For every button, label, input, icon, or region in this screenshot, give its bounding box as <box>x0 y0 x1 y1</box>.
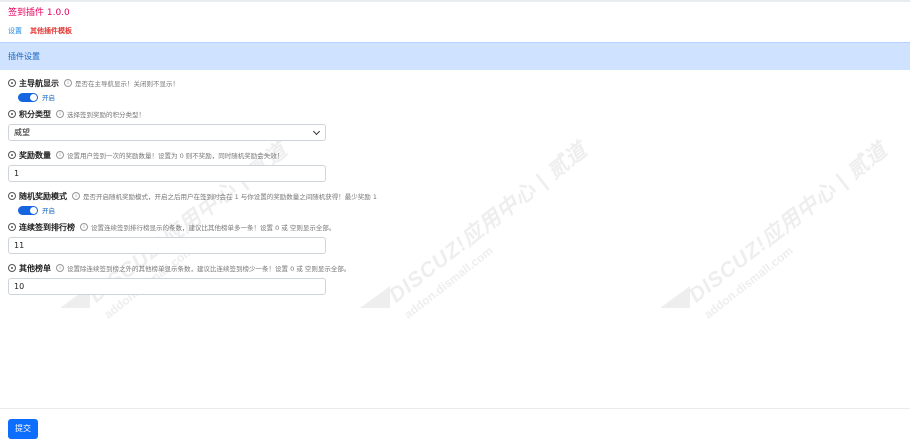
field-other-leaderboards: 其他榜单 i 设置除连续签到榜之外的其他榜单显示条数，建议比连续签到榜少一条！设… <box>8 262 908 295</box>
toggle-state-label: 开启 <box>42 207 55 215</box>
info-icon: i <box>56 264 64 272</box>
field-hint: 选择签到奖励的积分类型！ <box>67 111 145 119</box>
chevron-down-icon <box>312 127 321 136</box>
info-icon: i <box>56 151 64 159</box>
gear-icon <box>8 192 16 200</box>
credit-type-select[interactable]: 威望 <box>8 124 326 141</box>
toggle-state-label: 开启 <box>42 94 55 102</box>
field-random-reward-mode: 随机奖励模式 i 是否开启随机奖励模式，开启之后用户在签到时会在 1 与你设置的… <box>8 190 908 215</box>
streak-leaderboard-input[interactable]: 11 <box>8 237 326 254</box>
field-hint: 是否在主导航显示！关闭则不显示！ <box>75 80 179 88</box>
field-hint: 设置用户签到一次的奖励数量！设置为 0 则不奖励，同时随机奖励会失效！ <box>67 152 284 160</box>
select-value: 威望 <box>14 128 30 137</box>
field-streak-leaderboard: 连续签到排行榜 i 设置连续签到排行榜显示的条数，建议比其他榜单多一条！设置 0… <box>8 221 908 254</box>
gear-icon <box>8 110 16 118</box>
header-nav: 设置 其他插件模板 <box>8 26 902 36</box>
nav-link-settings[interactable]: 设置 <box>8 26 22 36</box>
gear-icon <box>8 264 16 272</box>
gear-icon <box>8 223 16 231</box>
gear-icon <box>8 79 16 87</box>
field-main-nav-display: 主导航显示 i 是否在主导航显示！关闭则不显示！ 开启 <box>8 77 908 102</box>
info-icon: i <box>72 192 80 200</box>
other-leaderboards-input[interactable]: 10 <box>8 278 326 295</box>
main-nav-toggle[interactable] <box>18 92 38 102</box>
nav-link-other-templates[interactable]: 其他插件模板 <box>30 26 72 36</box>
field-label: 积分类型 <box>19 109 51 119</box>
field-hint: 是否开启随机奖励模式，开启之后用户在签到时会在 1 与你设置的奖励数量之间随机获… <box>83 193 377 201</box>
info-icon: i <box>64 79 72 87</box>
field-label: 连续签到排行榜 <box>19 222 75 232</box>
field-label: 随机奖励模式 <box>19 191 67 201</box>
info-icon: i <box>56 110 64 118</box>
reward-amount-input[interactable]: 1 <box>8 165 326 182</box>
field-label: 其他榜单 <box>19 263 51 273</box>
field-label: 主导航显示 <box>19 78 59 88</box>
random-reward-toggle[interactable] <box>18 205 38 215</box>
field-hint: 设置除连续签到榜之外的其他榜单显示条数，建议比连续签到榜少一条！设置 0 或 空… <box>67 265 351 273</box>
section-title-bar: 插件设置 <box>0 42 910 70</box>
field-hint: 设置连续签到排行榜显示的条数，建议比其他榜单多一条！设置 0 或 空则显示全部。 <box>91 224 336 232</box>
field-credit-type: 积分类型 i 选择签到奖励的积分类型！ 威望 <box>8 108 908 141</box>
field-reward-amount: 奖励数量 i 设置用户签到一次的奖励数量！设置为 0 则不奖励，同时随机奖励会失… <box>8 149 908 182</box>
plugin-title: 签到插件 1.0.0 <box>8 8 70 18</box>
form-footer: 提交 <box>0 408 910 446</box>
gear-icon <box>8 151 16 159</box>
info-icon: i <box>80 223 88 231</box>
field-label: 奖励数量 <box>19 150 51 160</box>
submit-button[interactable]: 提交 <box>8 419 38 439</box>
page-header: 签到插件 1.0.0 设置 其他插件模板 <box>0 2 910 42</box>
